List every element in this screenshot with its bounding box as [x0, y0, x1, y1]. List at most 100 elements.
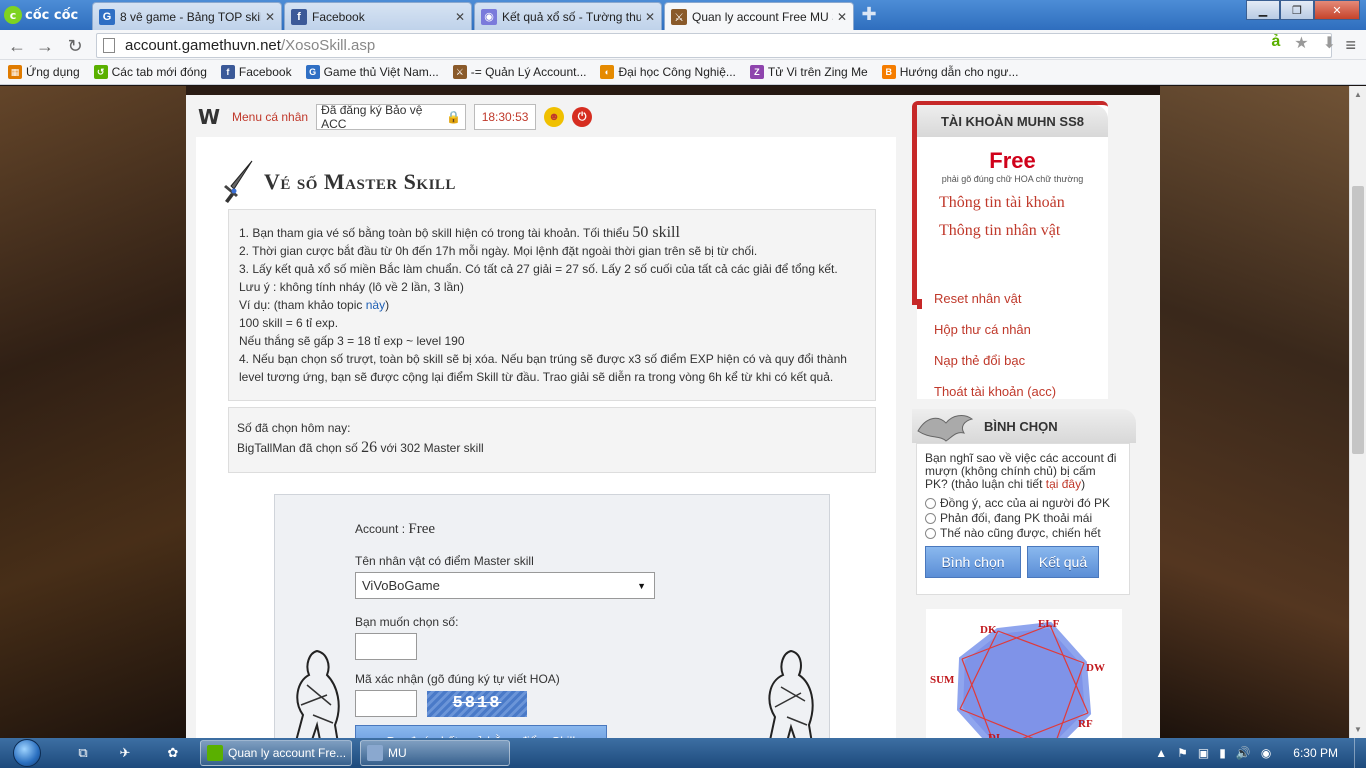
account-protection-status: Đã đăng ký Bảo vệ ACC 🔒 — [316, 103, 467, 131]
reload-icon[interactable]: ↻ — [64, 35, 86, 57]
window-close-icon[interactable]: ✕ — [1314, 0, 1360, 20]
scroll-up-icon[interactable]: ▲ — [1350, 86, 1366, 103]
bookmark-quan-ly-account[interactable]: ⚔ -= Quản Lý Account... — [452, 65, 586, 79]
bookmark-tu-vi[interactable]: Z Tử Vi trên Zing Me — [749, 65, 868, 79]
sidebar-item-logout[interactable]: Thoát tài khoản (acc) — [934, 384, 1056, 399]
show-desktop-button[interactable] — [1354, 738, 1366, 768]
download-icon[interactable]: ⬇ — [1323, 33, 1336, 53]
chevron-down-icon: ▼ — [637, 580, 646, 591]
tray-app-icon[interactable]: ▣ — [1198, 746, 1209, 760]
tray-security-icon[interactable]: ⚑ — [1177, 746, 1188, 760]
vote-option-agree[interactable]: Đồng ý, acc của ai người đó PK — [925, 497, 1121, 510]
system-tray: ▲ ⚑ ▣ ▮ 🔊 ◉ 6:30 PM — [1155, 738, 1366, 768]
mu-favicon-icon: ⚔ — [671, 9, 687, 25]
rules-box: 1. Bạn tham gia vé số bằng toàn bộ skill… — [228, 209, 876, 401]
lottery-number-input[interactable] — [355, 633, 417, 660]
taskbar-clock[interactable]: 6:30 PM — [1293, 746, 1338, 760]
sidebar-item-character-info[interactable]: Thông tin nhân vật — [939, 222, 1108, 240]
start-button[interactable] — [4, 738, 50, 768]
captcha-input[interactable] — [355, 690, 417, 717]
tab-close-icon[interactable]: ✕ — [455, 10, 465, 24]
browser-menu-icon[interactable]: ≡ — [1345, 35, 1356, 56]
bookmarks-bar: ▦ Ứng dụng ↺ Các tab mới đóng f Facebook GG… — [0, 60, 1366, 85]
pinned-app-icon[interactable]: ✈ — [114, 743, 136, 763]
form-fields: Account : Free Tên nhân vật có điểm Mast… — [355, 521, 675, 738]
pinned-app-icon[interactable]: ✿ — [162, 743, 184, 763]
predict-submit-button[interactable]: Dự đoán kết quả bằng điểm Skill — [355, 725, 607, 738]
window-icon — [367, 745, 383, 761]
character-select[interactable]: ViVoBoGame ▼ — [355, 572, 655, 599]
sidebar-item-reset-character[interactable]: Reset nhân vật — [934, 291, 1021, 306]
vote-body: Bạn nghĩ sao về việc các account đi mượn… — [916, 443, 1130, 595]
tray-language-icon[interactable]: ◉ — [1261, 746, 1271, 760]
dragon-icon — [917, 415, 974, 442]
address-bar[interactable]: account.gamethuvn.net/XosoSkill.asp — [96, 33, 1332, 58]
bookmark-game-thu[interactable]: G Game thủ Việt Nam... — [305, 65, 439, 79]
results-button[interactable]: Kết quả — [1027, 546, 1099, 578]
vote-panel: BÌNH CHỌN Bạn nghĩ sao về việc các accou… — [912, 409, 1136, 595]
taskbar-item-mu[interactable]: MU — [360, 740, 510, 766]
bookmark-dai-hoc[interactable]: ◐ Đại học Công Nghiệ... — [600, 65, 736, 79]
coccoc-logo-icon: c — [4, 6, 22, 24]
minimize-icon[interactable]: ▁ — [1246, 0, 1280, 20]
pinned-app-icon[interactable]: ⧉ — [72, 743, 94, 763]
back-arrow-icon[interactable]: ← — [6, 35, 28, 57]
dictionary-icon[interactable]: ả — [1271, 33, 1280, 53]
radio-button[interactable] — [925, 528, 936, 539]
page-scrollbar[interactable]: ▲ ▼ — [1349, 86, 1366, 738]
tab-close-icon[interactable]: ✕ — [645, 10, 655, 24]
tab-ket-qua-xo-so[interactable]: ◉ Kết quả xổ số - Tường thuật ✕ — [474, 2, 662, 30]
taskbar-item-browser[interactable]: Quan ly account Fre... — [200, 740, 352, 766]
coccoc-logo[interactable]: c cốc cốc — [4, 4, 78, 26]
power-logout-icon[interactable]: ⏻ — [572, 107, 593, 127]
sidebar-item-topup[interactable]: Nạp thẻ đổi bạc — [934, 353, 1025, 368]
new-tab-icon[interactable]: ✚ — [858, 5, 880, 23]
site-topbar: W Menu cá nhân Đã đăng ký Bảo vệ ACC 🔒 18… — [194, 100, 914, 134]
account-panel: TÀI KHOẢN MUHN SS8 Free phải gõ đúng chữ… — [912, 101, 1108, 305]
facebook-favicon-icon: f — [291, 8, 307, 25]
tray-network-icon[interactable]: ▮ — [1219, 746, 1226, 760]
windows-taskbar: ⧉ ✈ ✿ Quan ly account Fre... MU ▲ ⚑ ▣ ▮ … — [0, 738, 1366, 768]
example-topic-link[interactable]: này — [366, 298, 385, 312]
site-logo[interactable]: W — [194, 105, 224, 129]
sidebar-item-mailbox[interactable]: Hộp thư cá nhân — [934, 322, 1031, 337]
maximize-icon[interactable]: ❐ — [1280, 0, 1314, 20]
background-art-right — [1160, 86, 1349, 738]
tab-facebook[interactable]: f Facebook ✕ — [284, 2, 472, 30]
scrollbar-thumb[interactable] — [1352, 186, 1364, 454]
vote-option-disagree[interactable]: Phản đối, đang PK thoải mái — [925, 512, 1121, 525]
tab-close-icon[interactable]: ✕ — [837, 10, 847, 24]
page-icon — [103, 38, 115, 53]
account-panel-title: TÀI KHOẢN MUHN SS8 — [917, 105, 1108, 137]
lock-icon: 🔒 — [446, 110, 462, 124]
bookmark-ung-dung[interactable]: ▦ Ứng dụng — [8, 65, 80, 79]
tab-quan-ly-account[interactable]: ⚔ Quan ly account Free MU S ✕ — [664, 2, 854, 31]
tray-arrow-icon[interactable]: ▲ — [1155, 746, 1167, 760]
tray-volume-icon[interactable]: 🔊 — [1236, 746, 1251, 760]
radio-button[interactable] — [925, 513, 936, 524]
bookmark-recent-tabs[interactable]: ↺ Các tab mới đóng — [93, 65, 207, 79]
bookmark-huong-dan[interactable]: B Hướng dẫn cho ngư... — [881, 65, 1018, 79]
account-panel-links: Reset nhân vật Hộp thư cá nhân Nạp thẻ đ… — [917, 291, 1108, 399]
gamethu-icon: G — [305, 65, 320, 79]
tab-close-icon[interactable]: ✕ — [265, 10, 275, 24]
tab-bang-top-skill[interactable]: G 8 vê game - Bảng TOP skill ✕ — [92, 2, 282, 30]
bookmark-star-icon[interactable]: ★ — [1294, 33, 1308, 53]
background-art-left — [0, 86, 186, 738]
bookmark-facebook[interactable]: f Facebook — [220, 65, 292, 79]
vote-option-any[interactable]: Thế nào cũng được, chiến hết — [925, 527, 1121, 540]
smiley-icon[interactable]: ☻ — [544, 107, 565, 127]
personal-menu-link[interactable]: Menu cá nhân — [232, 110, 308, 124]
vote-button[interactable]: Bình chọn — [925, 546, 1021, 578]
diagram-label-elf: ELF — [1038, 618, 1060, 630]
coccoc-icon — [207, 745, 223, 761]
forward-arrow-icon[interactable]: → — [34, 35, 56, 57]
title-row: Vé số Master Skill — [222, 159, 456, 205]
scroll-down-icon[interactable]: ▼ — [1350, 721, 1366, 738]
discussion-link[interactable]: tại đây — [1046, 477, 1081, 491]
radio-button[interactable] — [925, 498, 936, 509]
windows-start-icon — [13, 739, 41, 767]
case-sensitive-note: phải gõ đúng chữ HOA chữ thường — [941, 174, 1084, 184]
account-value: Free — [408, 521, 436, 537]
sidebar-item-account-info[interactable]: Thông tin tài khoản — [939, 194, 1108, 212]
